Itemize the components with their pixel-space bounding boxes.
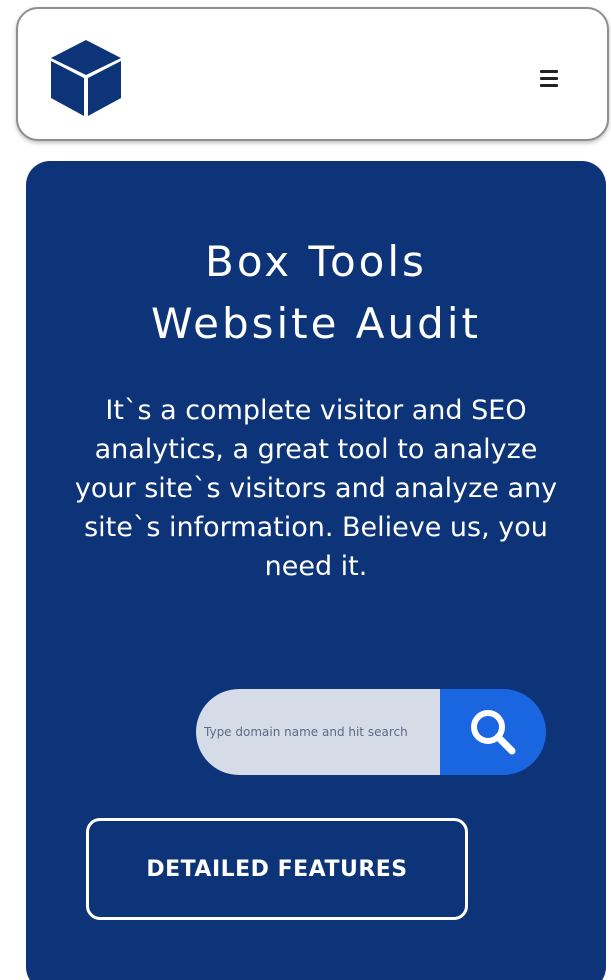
hero-title: Box Tools Website Audit [26,231,606,355]
hero-panel: Box Tools Website Audit It`s a complete … [26,161,606,980]
hamburger-menu-icon[interactable] [536,67,564,91]
domain-search-input[interactable] [196,689,440,775]
hero-description: It`s a complete visitor and SEO analytic… [74,395,558,582]
menu-bar [540,84,558,87]
hero-title-line-2: Website Audit [151,299,481,348]
menu-bar [540,77,558,80]
search-icon [471,710,516,755]
logo-link[interactable] [48,37,124,119]
search-button[interactable] [440,689,546,775]
menu-bar [540,70,558,73]
page: Box Tools Website Audit It`s a complete … [0,0,611,980]
domain-search-form [196,689,546,775]
cube-icon [51,40,121,116]
hero-title-line-1: Box Tools [205,237,427,286]
detailed-features-button[interactable]: DETAILED FEATURES [86,818,468,920]
site-header [16,7,609,141]
